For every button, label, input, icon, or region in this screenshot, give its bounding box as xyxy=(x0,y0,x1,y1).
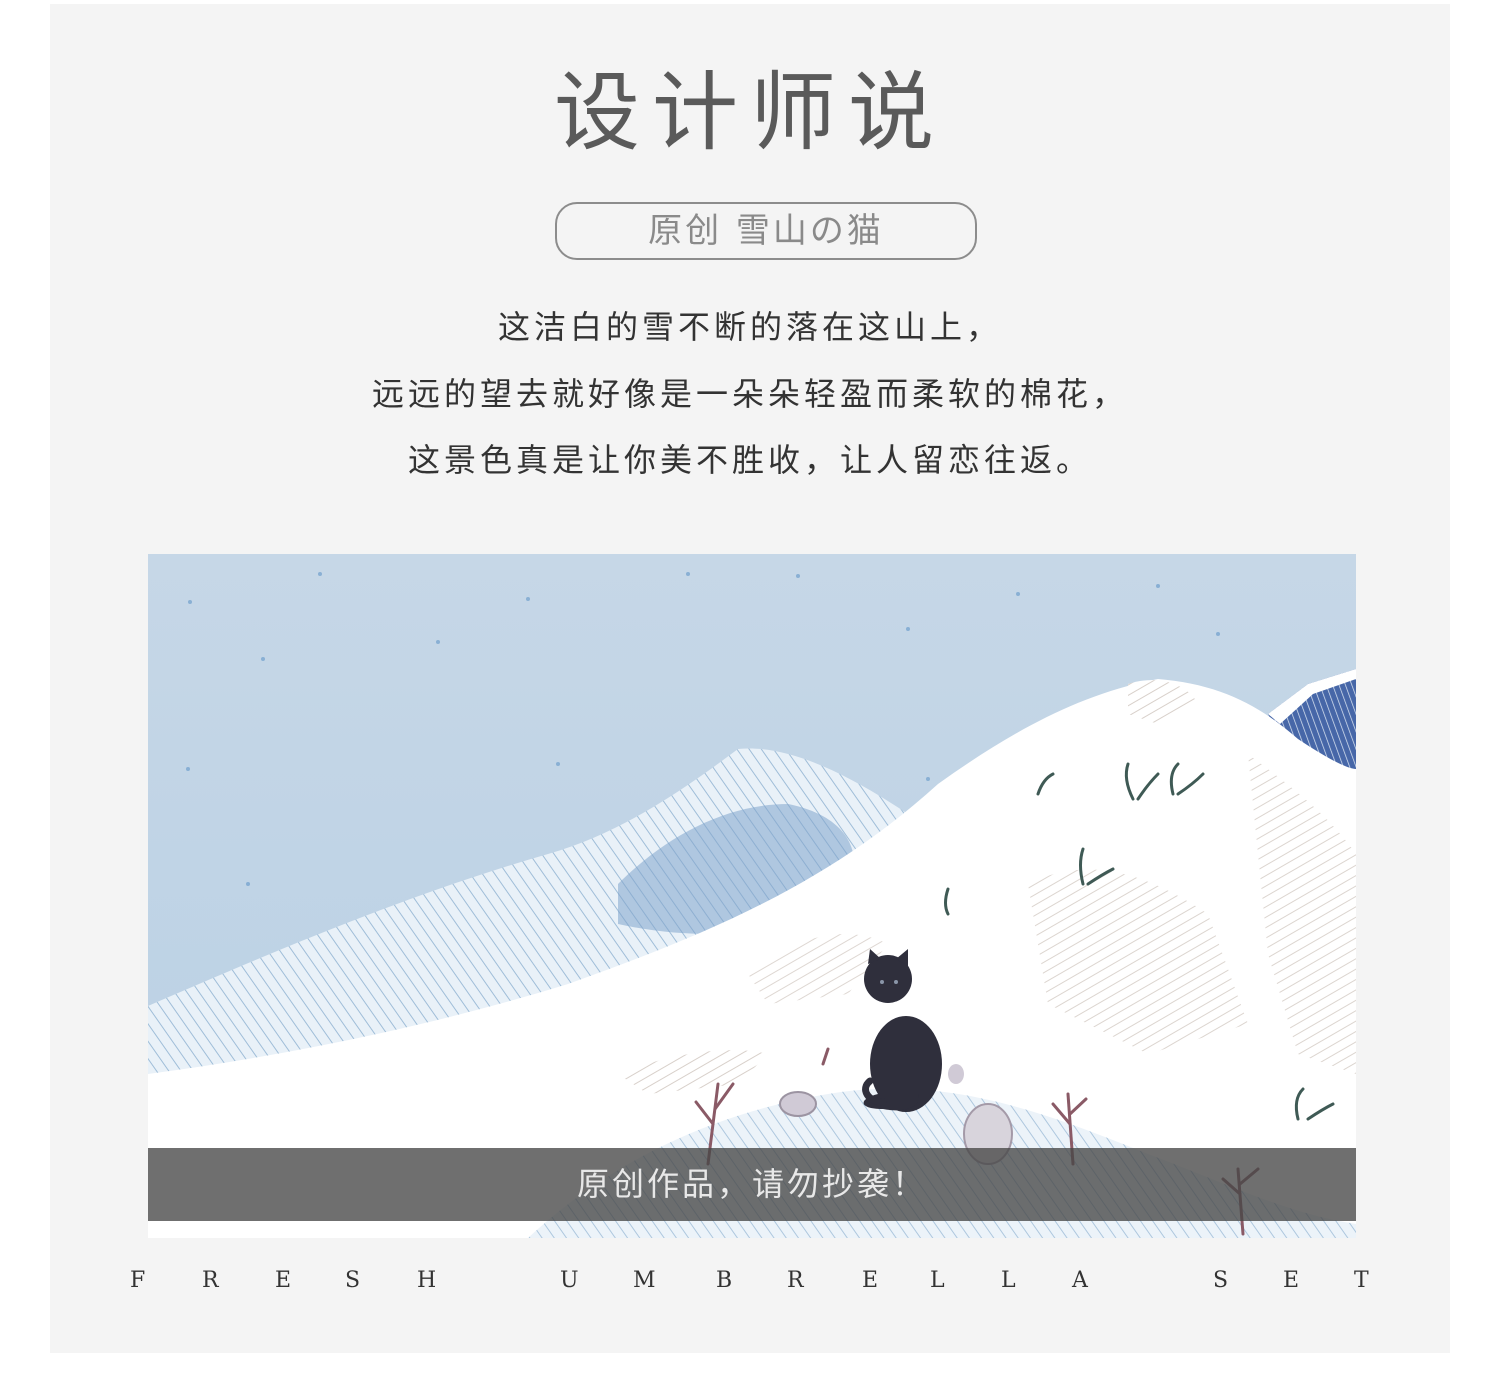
footer-letter: H xyxy=(417,1268,437,1293)
footer-letter: U xyxy=(560,1268,579,1293)
footer-letter: F xyxy=(130,1268,146,1293)
subtitle-badge: 原创 雪山の猫 xyxy=(555,202,977,260)
description-line-1: 这洁白的雪不断的落在这山上， xyxy=(497,308,1002,346)
footer-letter: L xyxy=(930,1268,945,1293)
footer-letter: E xyxy=(275,1268,292,1293)
footer-letter: R xyxy=(202,1268,219,1293)
page-title: 设计师说 xyxy=(554,63,946,163)
copyright-caption: 原创作品，请勿抄袭！ xyxy=(148,1148,1356,1221)
rock-2 xyxy=(779,1091,817,1117)
footer-letter: S xyxy=(1213,1268,1229,1293)
footer-letter: B xyxy=(716,1268,733,1293)
footer-letter: T xyxy=(1354,1268,1369,1293)
footer-letter: S xyxy=(345,1268,361,1293)
footer-letter: L xyxy=(1001,1268,1016,1293)
snow-mountain-illustration: 原创作品，请勿抄袭！ xyxy=(148,554,1356,1238)
footer-letter: R xyxy=(787,1268,804,1293)
rock-3 xyxy=(948,1064,964,1084)
footer-letter: M xyxy=(633,1268,656,1293)
description-line-2: 远远的望去就好像是一朵朵轻盈而柔软的棉花， xyxy=(371,375,1128,413)
description-line-3: 这景色真是让你美不胜收，让人留恋往返。 xyxy=(407,441,1092,479)
footer-letter: A xyxy=(1072,1268,1088,1293)
footer-letter: E xyxy=(1283,1268,1300,1293)
footer-letter: E xyxy=(862,1268,879,1293)
